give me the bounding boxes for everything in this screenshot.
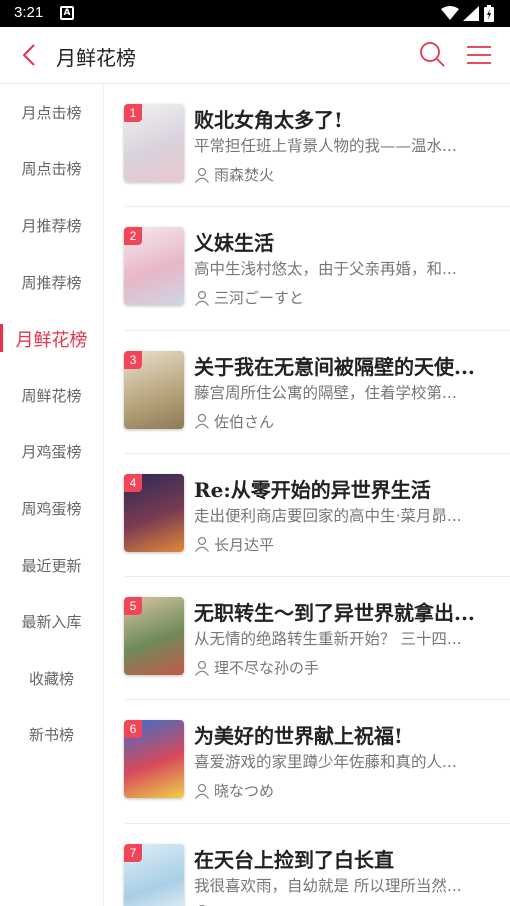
sidebar-item-label: 最近更新	[21, 556, 82, 575]
rank-badge: 6	[124, 720, 142, 739]
book-description: 藤宫周所住公寓的隔壁，住着学校第...	[194, 383, 457, 402]
book-list-item[interactable]: 1 败北女角太多了! 平常担任班上背景人物的我——温水... 雨森焚火	[124, 84, 510, 208]
wifi-icon	[441, 6, 459, 20]
sidebar-item-11[interactable]: 收藏榜	[0, 650, 103, 707]
book-list-item[interactable]: 5 无职转生～到了异世界就拿出... 从无情的绝路转生重新开始？ 三十四... 理不尽…	[124, 577, 510, 701]
book-list-item[interactable]: 4 Re:从零开始的异世界生活走出便利商店要回家的高中生·菜月昴... 长月达平	[124, 454, 510, 578]
battery-icon	[484, 5, 494, 22]
book-cover-image: 2	[124, 227, 184, 306]
book-description: 我很喜欢雨，自幼就是 所以理所当然...	[194, 876, 462, 895]
book-title: 无职转生～到了异世界就拿出...	[194, 601, 475, 626]
sidebar-item-label: 周鲜花榜	[21, 386, 82, 405]
page-title: 月鲜花榜	[56, 46, 136, 70]
rank-badge: 4	[124, 473, 142, 492]
book-title: Re:从零开始的异世界生活	[194, 477, 431, 502]
book-cover-image: 1	[124, 104, 184, 182]
person-icon	[194, 167, 210, 183]
rank-badge: 7	[124, 843, 142, 862]
sidebar-item-10[interactable]: 最新入库	[0, 593, 103, 650]
book-cover-image: 6	[124, 720, 184, 799]
search-icon[interactable]	[418, 40, 446, 68]
sidebar-item-label: 周点击榜	[21, 160, 82, 179]
book-description: 喜爱游戏的家里蹲少年佐藤和真的人...	[194, 753, 457, 772]
book-description: 从无情的绝路转生重新开始？ 三十四...	[194, 630, 462, 649]
rank-badge: 1	[124, 104, 142, 122]
book-list-item[interactable]: 2 义妹生活高中生浅村悠太，由于父亲再婚，和... 三河ごーすと	[124, 207, 510, 331]
book-description: 平常担任班上背景人物的我——温水...	[194, 137, 457, 155]
menu-icon[interactable]	[465, 42, 493, 68]
book-author: 理不尽な孙の手	[194, 657, 319, 678]
book-list-item[interactable]: 6 为美好的世界献上祝福! 喜爱游戏的家里蹲少年佐藤和真的人... 晓なつめ	[124, 700, 510, 824]
author-name: 理不尽な孙の手	[214, 659, 320, 678]
book-title: 关于我在无意间被隔壁的天使...	[194, 354, 475, 379]
sidebar-item-3[interactable]: 月推荐榜	[0, 197, 103, 254]
sidebar-item-label: 收藏榜	[28, 669, 74, 688]
book-author: 佐伯さん	[194, 411, 274, 432]
sidebar-item-label: 月点击榜	[21, 103, 82, 122]
person-icon	[194, 413, 210, 430]
book-list-item[interactable]: 7 在天台上捡到了白长直我很喜欢雨，自幼就是 所以理所当然...	[124, 824, 510, 906]
sidebar-item-6[interactable]: 周鲜花榜	[0, 367, 103, 424]
author-name: 佐伯さん	[214, 412, 275, 431]
sidebar-item-label: 月鸡蛋榜	[21, 443, 82, 462]
book-author: 长月达平	[194, 534, 274, 555]
sidebar-item-label: 周鸡蛋榜	[21, 499, 82, 518]
book-title: 为美好的世界献上祝福!	[194, 724, 403, 749]
sidebar-item-8[interactable]: 周鸡蛋榜	[0, 480, 103, 537]
sidebar-item-label: 月鲜花榜	[15, 329, 88, 351]
book-cover-image: 3	[124, 350, 184, 429]
book-cover-image: 7	[124, 843, 184, 906]
person-icon	[194, 660, 210, 676]
author-name: 三河ごーすと	[214, 289, 305, 308]
sidebar-item-label: 月推荐榜	[21, 216, 82, 235]
status-time: 3:21	[14, 4, 44, 21]
book-title: 义妹生活	[194, 231, 274, 256]
book-cover-image: 4	[124, 473, 184, 552]
sidebar-item-2[interactable]: 周点击榜	[0, 141, 103, 198]
sidebar-item-1[interactable]: 月点击榜	[0, 84, 103, 141]
author-name: 雨森焚火	[214, 166, 275, 184]
sidebar-item-7[interactable]: 月鸡蛋榜	[0, 424, 103, 481]
sidebar-item-12[interactable]: 新书榜	[0, 707, 103, 764]
back-arrow-icon[interactable]	[16, 41, 44, 69]
ranking-category-sidebar: 月点击榜周点击榜月推荐榜周推荐榜月鲜花榜周鲜花榜月鸡蛋榜周鸡蛋榜最近更新最新入库…	[0, 84, 104, 906]
sidebar-item-label: 周推荐榜	[21, 273, 82, 292]
book-cover-image: 5	[124, 597, 184, 676]
rank-badge: 3	[124, 350, 142, 369]
person-icon	[194, 290, 210, 306]
status-bar: 3:21 A	[0, 0, 510, 27]
notification-icon: A	[60, 6, 74, 20]
sidebar-item-9[interactable]: 最近更新	[0, 537, 103, 594]
book-author: 雨森焚火	[194, 164, 274, 185]
author-name: 晓なつめ	[214, 782, 275, 801]
person-icon	[194, 537, 210, 553]
top-app-bar: 月鲜花榜	[0, 27, 510, 84]
book-title: 败北女角太多了!	[194, 108, 343, 132]
sidebar-item-label: 最新入库	[21, 613, 82, 632]
rank-badge: 5	[124, 597, 142, 616]
book-description: 走出便利商店要回家的高中生·菜月昴...	[194, 506, 462, 525]
book-title: 在天台上捡到了白长直	[194, 847, 394, 872]
book-author: 三河ごーすと	[194, 287, 304, 308]
book-list-item[interactable]: 3 关于我在无意间被隔壁的天使... 藤宫周所住公寓的隔壁，住着学校第... 佐伯さん	[124, 331, 510, 454]
sidebar-item-label: 新书榜	[28, 726, 74, 745]
sidebar-item-5[interactable]: 月鲜花榜	[0, 310, 103, 367]
book-ranking-list: 1 败北女角太多了! 平常担任班上背景人物的我——温水... 雨森焚火 2 义妹生活高中生…	[104, 84, 510, 906]
author-name: 长月达平	[214, 535, 275, 554]
book-description: 高中生浅村悠太，由于父亲再婚，和...	[194, 260, 457, 279]
signal-icon	[463, 6, 479, 21]
book-author: 晓なつめ	[194, 780, 274, 801]
sidebar-item-4[interactable]: 周推荐榜	[0, 254, 103, 311]
person-icon	[194, 783, 210, 799]
rank-badge: 2	[124, 227, 142, 246]
